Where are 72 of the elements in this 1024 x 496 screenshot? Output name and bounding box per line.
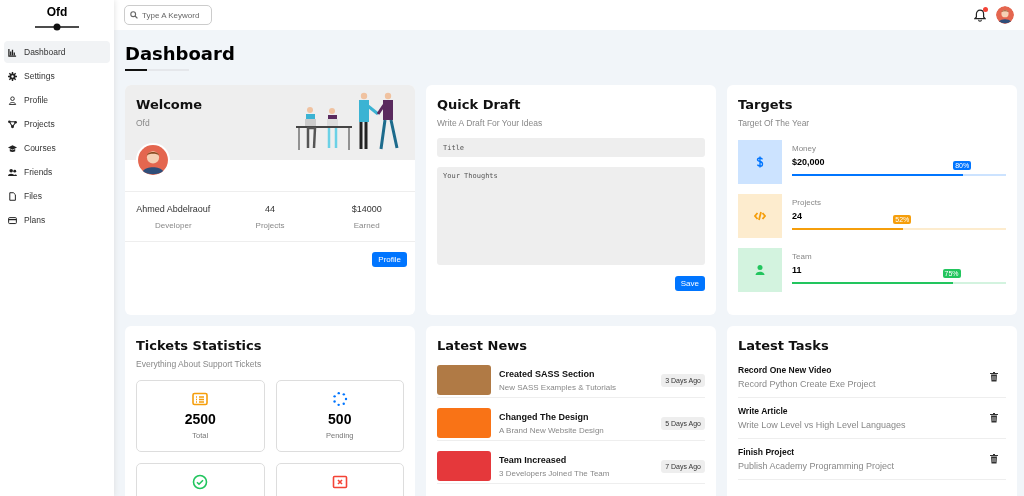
ticket-count: 500 [328,411,352,427]
file-icon [8,191,17,201]
card-title: Latest News [437,338,528,353]
ticket-count: 2500 [184,411,216,427]
task-title: Record One New Video [738,365,833,375]
avatar-icon[interactable] [996,6,1014,24]
user-icon [8,95,17,105]
nodes-icon [8,119,17,129]
users-icon [8,167,17,177]
stat-value: 44 [265,203,275,214]
stat-value: $14000 [351,203,382,214]
card-title: Quick Draft [437,97,522,112]
card-subtitle: Write A Draft For Your Ideas [437,118,544,128]
stat-value: Ahmed Abdelraouf [136,203,211,214]
target-value: 11 [792,265,802,275]
save-button[interactable]: Save [674,276,705,291]
brand-name: Ofd [46,5,68,19]
sidebar-item[interactable]: Profile [4,89,110,111]
target-label: Team [792,252,812,261]
news-title[interactable]: Changed The Design [499,411,654,422]
sidebar-item[interactable]: Friends [4,161,110,183]
target-label: Money [792,144,816,153]
card-title: Targets [738,97,794,112]
card-subtitle: Target Of The Year [738,118,811,128]
sidebar-item[interactable]: Projects [4,113,110,135]
stat-label: Developer [155,220,192,230]
card-subtitle: Ofd [136,118,151,128]
target-value: $20,000 [792,157,825,167]
news-description: 3 Developers Joined The Team [499,468,611,478]
card-title: Tickets Statistics [136,338,263,353]
photo-placeholder [437,408,491,438]
trash-icon[interactable] [990,413,998,423]
card-subtitle: Everything About Support Tickets [136,359,263,369]
task-description: Publish Academy Programming Project [738,461,896,471]
list-icon [192,391,209,407]
profile-button[interactable]: Profile [372,252,407,267]
target-label: Projects [792,198,821,207]
task-title: Write Article [738,406,789,416]
card-title: Welcome [136,97,203,112]
photo-placeholder [437,451,491,481]
task-title: Finish Project [738,447,796,457]
x-box-icon [331,474,348,490]
news-title[interactable]: Created SASS Section [499,368,654,379]
page-title: Dashboard [125,43,236,64]
graduation-cap-icon [8,143,17,153]
gear-icon [8,71,17,81]
sidebar-item[interactable]: Settings [4,65,110,87]
chart-icon [8,47,17,57]
avatar-icon [136,143,170,177]
notification-bell-icon[interactable] [974,8,986,22]
sidebar-item[interactable]: Dashboard [4,41,110,63]
spinner-icon [331,391,348,407]
news-description: New SASS Examples & Tutorials [499,382,617,392]
stat-label: Earned [353,220,380,230]
stat-label: Projects [255,220,285,230]
check-circle-icon [192,474,209,490]
divider-dot-icon [35,23,79,31]
photo-placeholder [437,365,491,395]
trash-icon[interactable] [990,372,998,382]
sidebar-item[interactable]: Files [4,185,110,207]
search-field[interactable]: Type A Keyword [124,5,212,25]
card-title: Latest Tasks [738,338,830,353]
news-description: A Brand New Website Design [499,425,605,435]
task-description: Write Low Level vs High Level Languages [738,420,907,430]
sidebar-item[interactable]: Plans [4,209,110,231]
title-underline [125,69,189,71]
sidebar-item[interactable]: Courses [4,137,110,159]
news-title[interactable]: Team Increased [499,454,654,465]
task-description: Record Python Create Exe Project [738,379,877,389]
target-value: 24 [792,211,802,221]
trash-icon[interactable] [990,454,998,464]
card-icon [8,215,17,225]
